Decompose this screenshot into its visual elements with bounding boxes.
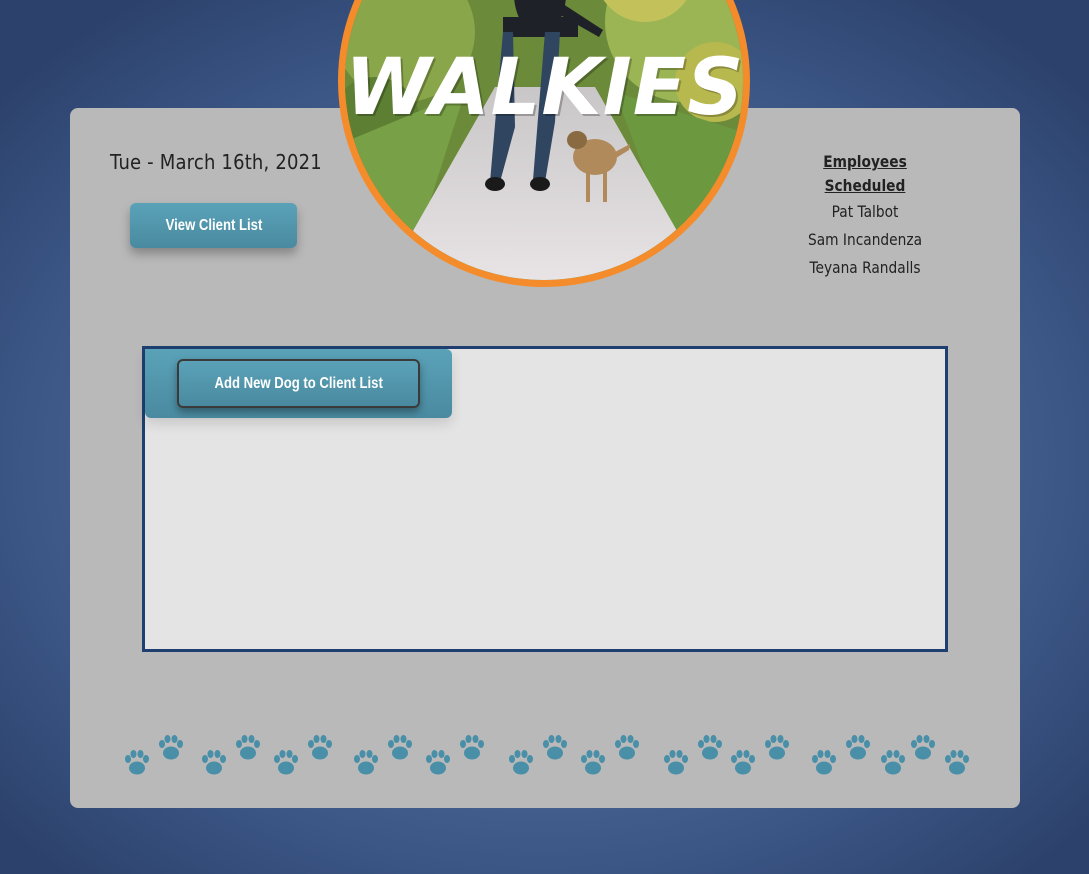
paw-print-icon	[236, 735, 260, 760]
paw-print-icon	[765, 735, 789, 760]
add-new-dog-label: Add New Dog to Client List	[214, 374, 383, 392]
paw-print-icon	[911, 735, 935, 760]
paw-print-icon	[274, 750, 298, 775]
paw-print-icon	[388, 735, 412, 760]
paw-print-row	[120, 728, 980, 778]
paw-print-icon	[354, 750, 378, 775]
paw-print-icon	[509, 750, 533, 775]
paw-print-icon	[881, 750, 905, 775]
paw-print-icon	[846, 735, 870, 760]
paw-print-icon	[945, 750, 969, 775]
paw-print-icons	[125, 735, 969, 775]
employee-name: Sam Incandenza	[807, 230, 923, 249]
employees-title: Employees Scheduled	[823, 152, 907, 195]
walkies-logo: WALKIES	[338, 0, 750, 287]
paw-print-icon	[308, 735, 332, 760]
paw-print-icon	[581, 750, 605, 775]
paw-print-icon	[426, 750, 450, 775]
view-client-list-button[interactable]: View Client List	[130, 203, 297, 248]
employee-name: Pat Talbot	[831, 202, 899, 221]
current-date: Tue - March 16th, 2021	[110, 150, 322, 174]
paw-print-icon	[460, 735, 484, 760]
employees-scheduled: Employees Scheduled Pat Talbot Sam Incan…	[770, 150, 960, 282]
paw-print-icon	[698, 735, 722, 760]
view-client-list-label: View Client List	[165, 216, 262, 234]
paw-print-icon	[664, 750, 688, 775]
paw-print-icon	[159, 735, 183, 760]
logo-text: WALKIES	[345, 43, 745, 133]
paw-print-icon	[543, 735, 567, 760]
paw-print-icon	[731, 750, 755, 775]
paw-print-icon	[812, 750, 836, 775]
add-new-dog-button[interactable]: Add New Dog to Client List	[177, 359, 420, 408]
employee-name: Teyana Randalls	[809, 258, 921, 277]
paw-print-icon	[202, 750, 226, 775]
logo-photo	[345, 0, 743, 280]
paw-print-icon	[615, 735, 639, 760]
paw-print-icon	[125, 750, 149, 775]
